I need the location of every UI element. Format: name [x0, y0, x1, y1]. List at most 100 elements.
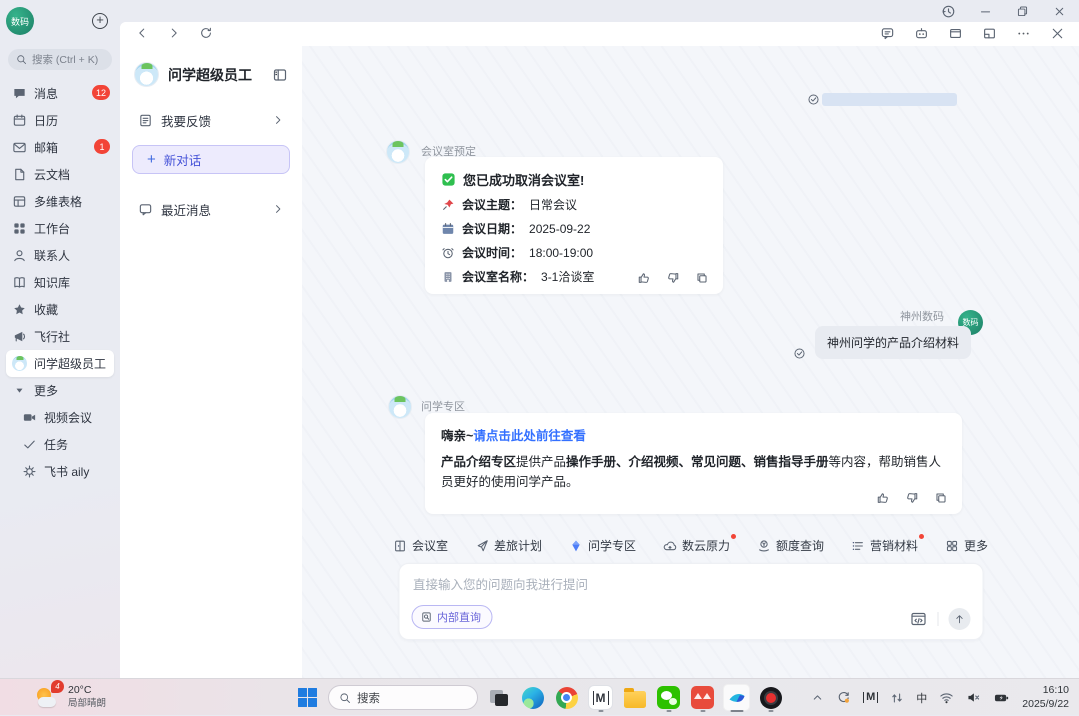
layout-icon[interactable] — [982, 26, 997, 41]
thumbs-up-icon[interactable] — [876, 491, 890, 505]
windows-logo-icon — [298, 688, 318, 708]
doc-search-icon — [420, 611, 432, 623]
delivered-icon — [793, 347, 806, 360]
sidebar-item-base[interactable]: 多维表格 — [6, 188, 114, 215]
start-button[interactable] — [294, 684, 321, 711]
unread-badge: 12 — [92, 85, 110, 100]
close-window-icon[interactable] — [1051, 3, 1067, 19]
m-tray-icon[interactable]: M — [863, 692, 878, 703]
quick-command-icon[interactable] — [909, 610, 927, 628]
chat-bubble-icon — [12, 86, 27, 101]
bot-avatar — [386, 140, 410, 164]
new-chat-button[interactable]: + 新对话 — [132, 145, 290, 174]
sidebar-item-calendar[interactable]: 日历 — [6, 107, 114, 134]
switch-arrows-icon[interactable] — [890, 691, 904, 705]
forward-icon[interactable] — [167, 26, 181, 40]
plus-icon: + — [147, 152, 156, 167]
user-avatar[interactable]: 数码 — [6, 7, 34, 35]
taskbar-search-input[interactable]: 搜索 — [328, 685, 478, 710]
volume-muted-icon[interactable] — [966, 690, 981, 705]
chip-meeting-room[interactable]: 会议室 — [393, 537, 448, 554]
wechat-app[interactable] — [655, 684, 682, 711]
search-icon — [16, 54, 27, 65]
chip-quota-query[interactable]: 额度查询 — [757, 537, 824, 554]
feedback-item[interactable]: 我要反馈 — [132, 103, 290, 137]
bot-avatar-icon — [12, 356, 27, 371]
sync-icon[interactable] — [836, 690, 851, 705]
recorder-app[interactable] — [757, 684, 784, 711]
video-camera-icon — [22, 410, 37, 425]
copy-icon[interactable] — [934, 491, 948, 505]
sidebar-item-knowledge[interactable]: 知识库 — [6, 269, 114, 296]
close-icon[interactable] — [1050, 26, 1065, 41]
thumbs-down-icon[interactable] — [905, 491, 919, 505]
chip-marketing-material[interactable]: 营销材料 — [851, 537, 918, 554]
sidebar-item-more[interactable]: 更多 — [6, 377, 114, 404]
feishu-app[interactable] — [723, 684, 750, 711]
robot-icon[interactable] — [914, 26, 929, 41]
nav-strip — [120, 22, 1079, 46]
check-icon — [22, 437, 37, 452]
recorder-icon — [760, 687, 782, 709]
task-view-icon — [490, 690, 508, 706]
sidebar-item-contacts[interactable]: 联系人 — [6, 242, 114, 269]
global-search-input[interactable]: 搜索 (Ctrl + K) — [8, 49, 112, 70]
ime-indicator[interactable]: 中 — [916, 690, 927, 706]
internal-query-chip[interactable]: 内部直询 — [411, 605, 492, 629]
send-button[interactable] — [948, 608, 970, 630]
file-explorer-app[interactable] — [621, 684, 648, 711]
success-check-icon — [441, 172, 456, 187]
task-view-button[interactable] — [485, 684, 512, 711]
refresh-icon[interactable] — [199, 26, 213, 40]
gear-icon — [22, 464, 37, 479]
comment-icon[interactable] — [880, 26, 895, 41]
window-icon[interactable] — [948, 26, 963, 41]
plane-icon — [475, 539, 489, 553]
redcat-icon — [691, 686, 714, 709]
redcat-app[interactable] — [689, 684, 716, 711]
minimize-icon[interactable] — [977, 3, 993, 19]
message-input[interactable] — [413, 574, 963, 608]
chevron-right-icon — [272, 203, 284, 215]
weather-icon: 4 — [36, 684, 61, 709]
sidebar-item-favorites[interactable]: 收藏 — [6, 296, 114, 323]
taskbar-clock[interactable]: 16:10 2025/9/22 — [1022, 684, 1069, 711]
sidebar-item-tasks[interactable]: 任务 — [6, 431, 114, 458]
thumbs-up-icon[interactable] — [637, 271, 651, 285]
history-icon[interactable] — [940, 3, 956, 19]
m-app[interactable]: M — [587, 684, 614, 711]
sidebar-item-aily[interactable]: 飞书 aily — [6, 458, 114, 485]
add-button[interactable]: + — [92, 13, 108, 29]
back-icon[interactable] — [135, 26, 149, 40]
collapse-panel-icon[interactable] — [272, 67, 288, 83]
sidebar-item-workbench[interactable]: 工作台 — [6, 215, 114, 242]
weather-widget[interactable]: 4 20°C 局部晴朗 — [36, 684, 106, 710]
tray-expand-icon[interactable] — [811, 691, 824, 704]
battery-icon[interactable] — [993, 690, 1010, 705]
sidebar-item-video-meeting[interactable]: 视频会议 — [6, 404, 114, 431]
person-icon — [12, 248, 27, 263]
sidebar-item-docs[interactable]: 云文档 — [6, 161, 114, 188]
sidebar-item-wenxue-assistant[interactable]: 问学超级员工 — [6, 350, 114, 377]
chip-wenxue-zone[interactable]: 问学专区 — [569, 537, 636, 554]
chip-more[interactable]: 更多 — [945, 537, 988, 554]
restore-icon[interactable] — [1014, 3, 1030, 19]
grid-more-icon — [945, 539, 959, 553]
chrome-app[interactable] — [553, 684, 580, 711]
sidebar-item-mail[interactable]: 邮箱 1 — [6, 134, 114, 161]
chip-travel-plan[interactable]: 差旅计划 — [475, 537, 542, 554]
chip-shuyun-power[interactable]: 数云原力 — [663, 537, 730, 554]
feedback-doc-icon — [138, 113, 153, 128]
message-skeleton — [822, 93, 957, 106]
sidebar-item-messages[interactable]: 消息 12 — [6, 80, 114, 107]
more-icon[interactable] — [1016, 26, 1031, 41]
promo-link[interactable]: 请点击此处前往查看 — [473, 429, 586, 443]
recent-messages-item[interactable]: 最近消息 — [132, 192, 290, 226]
thumbs-down-icon[interactable] — [666, 271, 680, 285]
wifi-icon[interactable] — [939, 690, 954, 705]
pin-icon — [441, 198, 455, 212]
copy-icon[interactable] — [695, 271, 709, 285]
edge-app[interactable] — [519, 684, 546, 711]
sidebar-item-flight-club[interactable]: 飞行社 — [6, 323, 114, 350]
sender-name: 神州数码 — [900, 308, 944, 324]
